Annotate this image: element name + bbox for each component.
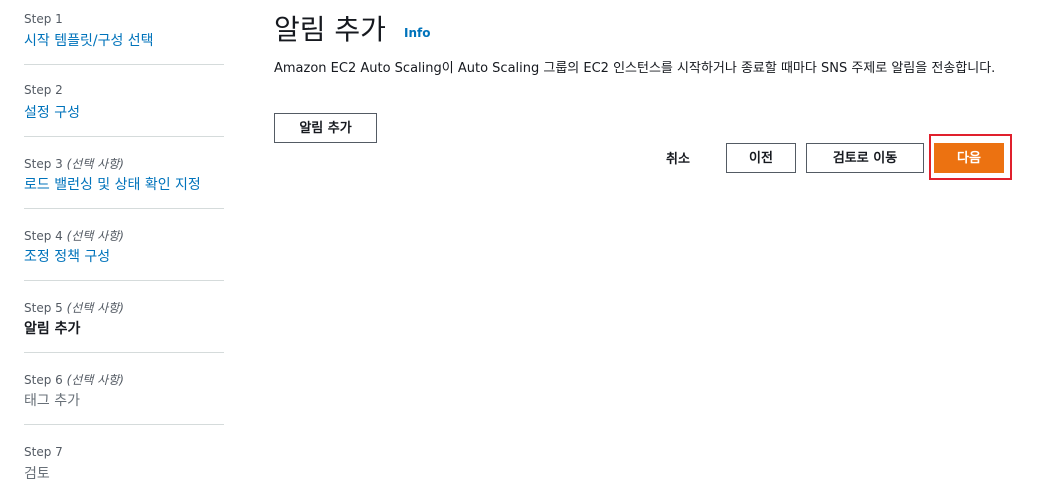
step-4: Step 4 (선택 사항) 조정 정책 구성 — [24, 209, 224, 281]
step-5: Step 5 (선택 사항) 알림 추가 — [24, 281, 224, 353]
step-1-link[interactable]: 시작 템플릿/구성 선택 — [24, 30, 154, 50]
step-3: Step 3 (선택 사항) 로드 밸런싱 및 상태 확인 지정 — [24, 137, 224, 209]
step-7: Step 7 검토 — [24, 425, 224, 496]
previous-button[interactable]: 이전 — [726, 143, 796, 173]
page-description: Amazon EC2 Auto Scaling이 Auto Scaling 그룹… — [274, 61, 996, 76]
step-4-link[interactable]: 조정 정책 구성 — [24, 246, 110, 266]
page-title: 알림 추가 — [274, 13, 386, 46]
step-2-label: Step 2 — [24, 83, 63, 97]
step-4-label: Step 4 (선택 사항) — [24, 227, 124, 244]
wizard-steps-nav: Step 1 시작 템플릿/구성 선택 Step 2 설정 구성 Step 3 … — [24, 0, 224, 496]
step-7-label: Step 7 — [24, 445, 63, 459]
cancel-button[interactable]: 취소 — [666, 148, 690, 167]
step-5-label: Step 5 (선택 사항) — [24, 299, 124, 316]
step-6-title: 태그 추가 — [24, 393, 80, 409]
step-2: Step 2 설정 구성 — [24, 65, 224, 137]
add-notification-button[interactable]: 알림 추가 — [274, 113, 377, 143]
step-7-title: 검토 — [24, 466, 50, 482]
step-3-link[interactable]: 로드 밸런싱 및 상태 확인 지정 — [24, 174, 201, 194]
next-button-highlight — [929, 134, 1012, 180]
step-3-number: Step 3 — [24, 157, 63, 171]
step-1-label: Step 1 — [24, 12, 63, 26]
info-link[interactable]: Info — [404, 26, 430, 40]
step-2-link[interactable]: 설정 구성 — [24, 102, 80, 122]
skip-to-review-button[interactable]: 검토로 이동 — [806, 143, 924, 173]
step-5-number: Step 5 — [24, 301, 63, 315]
step-4-optional: (선택 사항) — [66, 229, 124, 243]
step-4-number: Step 4 — [24, 229, 63, 243]
step-3-optional: (선택 사항) — [66, 157, 124, 171]
step-6-number: Step 6 — [24, 373, 63, 387]
step-6-optional: (선택 사항) — [66, 373, 124, 387]
step-6-label: Step 6 (선택 사항) — [24, 371, 124, 388]
step-5-current: 알림 추가 — [24, 321, 81, 337]
step-3-label: Step 3 (선택 사항) — [24, 155, 124, 172]
step-6: Step 6 (선택 사항) 태그 추가 — [24, 353, 224, 425]
step-1: Step 1 시작 템플릿/구성 선택 — [24, 0, 224, 65]
step-5-optional: (선택 사항) — [66, 301, 124, 315]
